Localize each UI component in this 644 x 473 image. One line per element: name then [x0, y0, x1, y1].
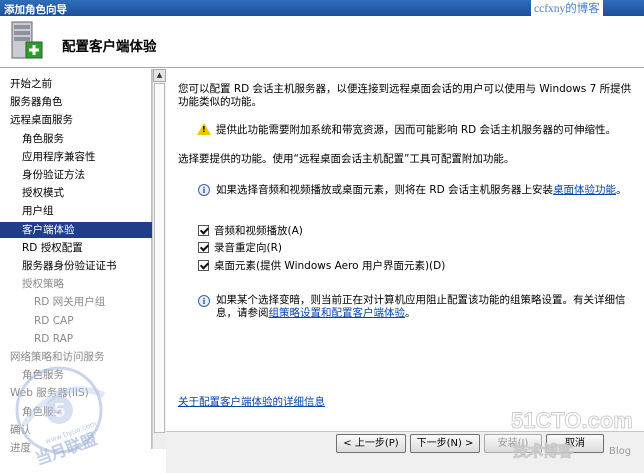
site-watermark: 51CTO.com 技术博客 Blog — [511, 408, 641, 470]
server-add-icon — [11, 21, 43, 59]
nav-item[interactable]: 客户端体验 — [0, 221, 152, 238]
checkbox-audio-recording-box[interactable] — [198, 241, 209, 253]
info-group-policy: 如果某个选择变暗，则当前正在对计算机应用阻止配置该功能的组策略设置。有关详细信息… — [216, 294, 636, 320]
checkbox-desktop-composition[interactable]: 桌面元素(提供 Windows Aero 用户界面元素)(D) — [198, 259, 445, 273]
intro-text: 您可以配置 RD 会话主机服务器，以便连接到远程桌面会话的用户可以使用与 Win… — [178, 83, 632, 108]
info-icon: i — [198, 184, 210, 196]
window-titlebar: 添加角色向导 ccfxny的博客 — [0, 0, 644, 16]
info1-suffix: 。 — [616, 184, 627, 196]
nav-scrollbar[interactable]: ▲ — [152, 69, 166, 449]
scroll-up-icon[interactable]: ▲ — [153, 69, 166, 82]
nav-item[interactable]: 远程桌面服务 — [0, 112, 152, 128]
wizard-header: 配置客户端体验 — [0, 16, 644, 68]
next-button[interactable]: 下一步(N) > — [410, 434, 480, 453]
nav-item: 授权策略 — [22, 278, 64, 291]
site-watermark-text: 51CTO.com — [511, 408, 634, 434]
desktop-experience-link[interactable]: 桌面体验功能 — [553, 184, 616, 196]
nav-item[interactable]: 应用程序兼容性 — [0, 149, 152, 165]
info-icon: i — [198, 295, 210, 307]
warning-text: 提供此功能需要附加系统和带宽资源，因而可能影响 RD 会话主机服务器的可伸缩性。 — [216, 124, 617, 136]
checkbox-audio-video[interactable]: 音频和视频播放(A) — [198, 224, 303, 238]
warning-icon: ! — [197, 123, 211, 135]
checkbox-audio-video-label: 音频和视频播放(A) — [214, 225, 303, 237]
nav-item[interactable]: 服务器身份验证证书 — [0, 258, 152, 274]
checkbox-audio-recording[interactable]: 录音重定向(R) — [198, 241, 282, 255]
nav-item[interactable]: 服务器角色 — [0, 94, 152, 110]
info2-suffix: 。 — [405, 307, 416, 319]
nav-item[interactable]: 授权模式 — [0, 185, 152, 201]
more-info-link[interactable]: 关于配置客户端体验的详细信息 — [178, 396, 325, 409]
back-button[interactable]: < 上一步(P) — [336, 434, 406, 453]
scroll-thumb[interactable] — [154, 83, 165, 433]
page-title: 配置客户端体验 — [62, 39, 157, 55]
site-watermark-sub: 技术博客 — [512, 442, 574, 461]
checkbox-audio-video-box[interactable] — [198, 224, 209, 236]
checkbox-desktop-composition-label: 桌面元素(提供 Windows Aero 用户界面元素)(D) — [214, 260, 446, 272]
info1-prefix: 如果选择音频和视频播放或桌面元素，则将在 RD 会话主机服务器上安装 — [216, 184, 554, 196]
checkbox-audio-recording-label: 录音重定向(R) — [214, 242, 282, 254]
info-desktop-experience: 如果选择音频和视频播放或桌面元素，则将在 RD 会话主机服务器上安装桌面体验功能… — [216, 184, 636, 197]
nav-item: RD CAP — [34, 314, 74, 327]
svg-text:5: 5 — [54, 400, 65, 422]
stamp-watermark-logo: 5 当月联盟 www.Dyuo.com — [15, 366, 106, 465]
nav-item[interactable]: 角色服务 — [0, 131, 152, 147]
nav-item[interactable]: 用户组 — [0, 203, 152, 219]
site-watermark-blog: Blog — [609, 446, 632, 457]
group-policy-link[interactable]: 组策略设置和配置客户端体验 — [269, 307, 406, 319]
nav-item[interactable]: 身份验证方法 — [0, 167, 152, 183]
nav-item: RD RAP — [34, 332, 74, 345]
select-prompt: 选择要提供的功能。使用“远程桌面会话主机配置”工具可配置附加功能。 — [178, 153, 515, 165]
nav-item[interactable]: 开始之前 — [0, 76, 152, 92]
checkbox-desktop-composition-box[interactable] — [198, 259, 209, 271]
window-title: 添加角色向导 — [4, 4, 67, 16]
nav-item: RD 网关用户组 — [34, 296, 106, 309]
blog-watermark: ccfxny的博客 — [531, 0, 603, 16]
wizard-content: 您可以配置 RD 会话主机服务器，以便连接到远程桌面会话的用户可以使用与 Win… — [166, 69, 644, 431]
nav-item[interactable]: RD 授权配置 — [0, 240, 152, 256]
